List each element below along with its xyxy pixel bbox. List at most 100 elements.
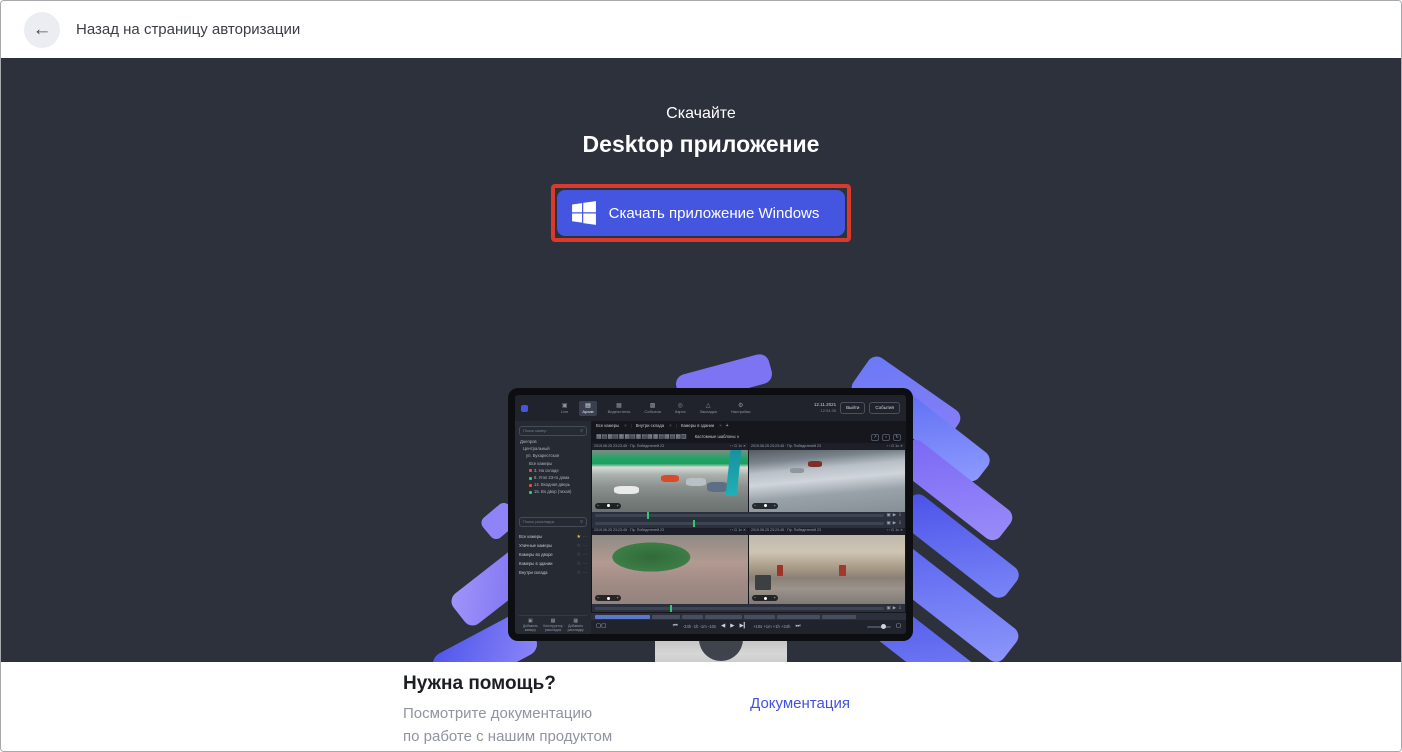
- camera-row-timeline: ▣ ▶ ⇩: [592, 512, 905, 520]
- camera-icon: ▣: [562, 403, 568, 409]
- templates-dropdown: Кастомные шаблоны ∨: [695, 435, 740, 439]
- add-tab-icon: +: [726, 424, 729, 429]
- star-icon: ☆: [577, 562, 581, 567]
- vms-layout-item: Все камеры★⋯: [519, 535, 587, 540]
- layout-grid-icon: ▦▤▦▤▦▦▤▦▤▦▦▤▦▤▦▨: [596, 434, 687, 440]
- camera-row-timeline: ▣ ▶ ⇩: [592, 604, 905, 612]
- online-dot: [529, 491, 532, 494]
- star-icon: ★: [577, 535, 581, 540]
- map-pin-icon: ◎: [678, 403, 683, 409]
- vms-events-button: События: [869, 402, 900, 415]
- vms-nav-right: 12.11.202112:54:35 Выйти События: [814, 402, 900, 415]
- camera-feed-roundabout: −+: [592, 535, 748, 605]
- help-text: Посмотрите документацию по работе с наши…: [403, 702, 612, 749]
- vms-nav-live: ▣Live: [558, 401, 571, 416]
- vms-navbar: ▣Live ▤Архив ▦Видеостены ▩События ◎Карта…: [515, 395, 906, 421]
- vms-layout-item: Уличные камеры☆⋯: [519, 544, 587, 549]
- vms-datetime: 12.11.202112:54:35: [814, 403, 836, 413]
- refresh-icon: ↻: [893, 434, 901, 441]
- step-fwd-icon: ▶▎: [740, 624, 748, 630]
- vms-nav-events: ▩События: [641, 401, 664, 416]
- camera-tile: 2019.06.25 23:23:45 · Пр. Победителей 23…: [749, 528, 905, 605]
- close-icon: ×: [669, 424, 671, 428]
- play-icon: ▶: [893, 521, 896, 526]
- gray-car: [790, 468, 804, 473]
- sync-icon: ▢▢: [596, 624, 606, 630]
- blue-car: [707, 482, 727, 492]
- vms-nav-items: ▣Live ▤Архив ▦Видеостены ▩События ◎Карта…: [558, 401, 754, 416]
- snapshot-icon: ▣: [886, 521, 890, 526]
- volume-slider: [867, 626, 891, 628]
- download-button-label: Скачать приложение Windows: [609, 205, 820, 222]
- fullscreen-icon: ▢: [896, 624, 901, 630]
- monitor: ▣Live ▤Архив ▦Видеостены ▩События ◎Карта…: [508, 388, 913, 641]
- videowall-icon: ▦: [616, 403, 622, 409]
- archive-icon: ▤: [585, 403, 591, 409]
- chat-icon: ○: [882, 434, 890, 441]
- close-icon: ×: [719, 424, 721, 428]
- windows-icon: [571, 200, 597, 226]
- camera-row-timeline: ▣ ▶ ⇩: [592, 520, 905, 528]
- offline-dot: [529, 484, 532, 487]
- topbar: ← Назад на страницу авторизации: [1, 1, 1401, 58]
- star-icon: ☆: [577, 571, 581, 576]
- back-arrow-icon: ←: [33, 20, 52, 39]
- page-title: Desktop приложение: [583, 131, 820, 158]
- close-icon: ×: [624, 424, 626, 428]
- play-icon: ▶: [730, 624, 734, 630]
- back-label: Назад на страницу авторизации: [76, 21, 300, 38]
- vms-sidebar-actions: ▣Добавить камеру ▦Конструктор раскладок …: [519, 615, 587, 634]
- zoom-slider: −+: [752, 503, 778, 509]
- vms-logo: [521, 405, 528, 412]
- jump-back-labels: -24h -1h -1m -10s: [683, 625, 716, 629]
- vms-layout-item: Камеры во дворе☆⋯: [519, 553, 587, 558]
- skip-back-icon: ⏮: [673, 624, 678, 630]
- more-icon: ⋯: [583, 571, 587, 575]
- red-car: [661, 475, 680, 482]
- events-icon: ▩: [650, 403, 656, 409]
- vms-master-timeline: [591, 613, 906, 620]
- app-window: ← Назад на страницу авторизации Скачайте…: [0, 0, 1402, 752]
- documentation-link[interactable]: Документация: [750, 695, 850, 712]
- red-door: [777, 565, 783, 576]
- vms-camera-tree: Днепров Центральный ул. Бухарестская Все…: [519, 440, 587, 466]
- vms-add-camera: ▣Добавить камеру: [519, 619, 542, 632]
- red-door: [839, 565, 845, 576]
- help-block: Нужна помощь? Посмотрите документацию по…: [403, 673, 612, 749]
- annotation-highlight-box: Скачать приложение Windows: [551, 184, 852, 242]
- zoom-slider: −+: [595, 595, 621, 601]
- more-icon: ⋯: [583, 562, 587, 566]
- export-icon: ⇩: [898, 513, 902, 518]
- vms-nav-bookmarks: △Закладки: [697, 401, 720, 416]
- gray-car: [686, 478, 706, 486]
- vms-layout-toolbar: ▦▤▦▤▦▦▤▦▤▦▦▤▦▤▦▨ Кастомные шаблоны ∨ ↗ ○…: [591, 431, 906, 443]
- vms-layout-item: Внутри склада☆⋯: [519, 571, 587, 576]
- gear-icon: ⚙: [738, 403, 743, 409]
- vms-camera-item: 3. На складе: [519, 469, 587, 473]
- download-section: Скачайте Desktop приложение Скачать прил…: [1, 58, 1401, 662]
- search-icon: ⚲: [580, 429, 583, 433]
- step-back-icon: ◀: [721, 624, 725, 630]
- back-button[interactable]: ←: [24, 12, 60, 48]
- vms-layout-search: Поиск раскладок⚲: [519, 517, 587, 527]
- trash-bins: [755, 575, 771, 590]
- offline-dot: [529, 469, 532, 472]
- hero-subtitle: Скачайте: [666, 105, 736, 123]
- more-icon: ⋯: [583, 544, 587, 548]
- play-icon: ▶: [893, 606, 896, 611]
- camera-feed-street-shop: −+: [592, 450, 748, 512]
- bookmark-icon: △: [706, 403, 711, 409]
- camera-tile: 2019.06.25 23:23:45 · Пр. Победителей 23…: [749, 443, 905, 512]
- vms-camera-item: 8. Угол 23-го дома: [519, 476, 587, 480]
- snapshot-icon: ▣: [886, 606, 890, 611]
- download-windows-button[interactable]: Скачать приложение Windows: [557, 190, 846, 236]
- export-icon: ⇩: [898, 521, 902, 526]
- vms-nav-settings: ⚙Настройки: [728, 401, 754, 416]
- vms-sidebar: Поиск камер⚲ Днепров Центральный ул. Бух…: [515, 421, 591, 634]
- vms-main: Все камеры× | Внутри склада× | Камеры в …: [591, 421, 906, 634]
- vms-nav-archive: ▤Архив: [579, 401, 596, 416]
- camera-tile: 2019.06.25 23:23:45 · Пр. Победителей 23…: [592, 528, 748, 605]
- help-footer: Нужна помощь? Посмотрите документацию по…: [1, 662, 1401, 751]
- vms-app-screenshot: ▣Live ▤Архив ▦Видеостены ▩События ◎Карта…: [515, 395, 906, 634]
- red-car: [808, 461, 822, 467]
